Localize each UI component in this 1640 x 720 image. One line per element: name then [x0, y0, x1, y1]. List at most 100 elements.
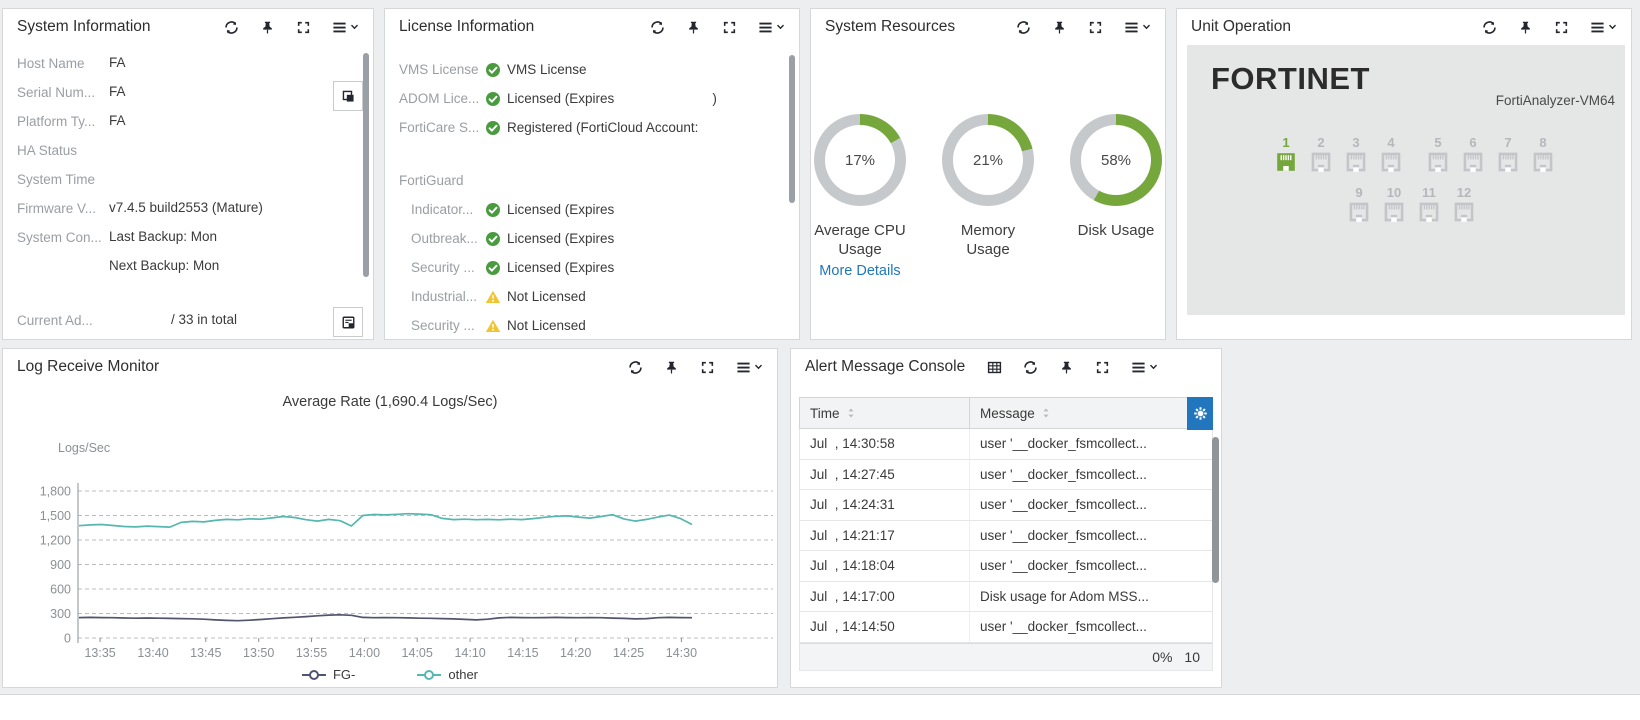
license-status-text: Not Licensed [507, 289, 586, 304]
fortinet-logo: FORTINET [1211, 61, 1370, 97]
copy-serial-button[interactable] [333, 81, 363, 111]
check-circle-icon [485, 202, 501, 218]
refresh-icon[interactable] [1482, 20, 1497, 35]
expand-icon[interactable] [700, 360, 715, 375]
svg-text:14:30: 14:30 [666, 646, 697, 660]
system-info-row: Next Backup: Mon [17, 258, 373, 287]
pin-icon[interactable] [664, 360, 679, 375]
license-row: Security ...Not Licensed [399, 311, 799, 340]
alert-message-console-widget: Alert Message Console Time Message [790, 348, 1222, 688]
ports-row-2: 9101112 [1348, 185, 1488, 223]
svg-text:13:50: 13:50 [243, 646, 274, 660]
chart-title: Average Rate (1,690.4 Logs/Sec) [3, 394, 777, 410]
gauge-value: 21% [973, 152, 1003, 169]
alert-row[interactable]: Jul , 14:18:04user '__docker_fsmcollect.… [799, 551, 1213, 582]
svg-text:13:35: 13:35 [84, 646, 115, 660]
alert-message: user '__docker_fsmcollect... [970, 612, 1212, 642]
scrollbar[interactable] [363, 53, 369, 277]
refresh-icon[interactable] [628, 360, 643, 375]
license-row: Industrial... Not Licensed [399, 282, 799, 311]
license-label: Indicator... [411, 202, 485, 217]
refresh-icon[interactable] [1023, 360, 1038, 375]
menu-icon [1590, 20, 1605, 35]
system-info-row: Serial Num...FA [17, 84, 373, 113]
legend-item-other[interactable]: other [417, 667, 478, 682]
license-status-text: Licensed (Expires [507, 260, 614, 275]
system-info-row: System Time [17, 171, 373, 200]
legend-label: FG- [333, 667, 355, 682]
chevron-down-icon [1142, 23, 1151, 31]
pin-icon[interactable] [1059, 360, 1074, 375]
alert-row[interactable]: Jul , 14:17:00Disk usage for Adom MSS... [799, 582, 1213, 613]
refresh-icon[interactable] [650, 20, 665, 35]
pin-icon[interactable] [1052, 20, 1067, 35]
donut-hole: 21% [953, 125, 1023, 195]
admin-list-button[interactable] [333, 307, 363, 337]
widget-menu-button[interactable] [736, 360, 763, 375]
refresh-icon[interactable] [1016, 20, 1031, 35]
ethernet-port-icon [1497, 151, 1519, 173]
widget-menu-button[interactable] [1590, 20, 1617, 35]
scrollbar[interactable] [1212, 437, 1219, 583]
widget-menu-button[interactable] [758, 20, 785, 35]
legend-marker [302, 670, 326, 680]
more-details-link[interactable]: More Details [819, 263, 900, 279]
resource-gauge: 17%Average CPU UsageMore Details [811, 114, 909, 279]
port-8: 8 [1532, 135, 1554, 173]
field-value: FA [109, 113, 126, 128]
license-row: Security ...Licensed (Expires [399, 253, 799, 282]
license-status-text: Registered (FortiCloud Account: [507, 120, 698, 135]
table-settings-button[interactable] [1187, 397, 1213, 430]
widget-menu-button[interactable] [1131, 360, 1158, 375]
widget-toolbar [987, 360, 1158, 375]
expand-icon[interactable] [296, 20, 311, 35]
license-row: Indicator...Licensed (Expires [399, 195, 799, 224]
legend-marker [417, 670, 441, 680]
widget-toolbar [1482, 20, 1617, 35]
expand-icon[interactable] [1554, 20, 1569, 35]
field-label [17, 258, 109, 259]
widget-title: System Resources [825, 18, 955, 36]
refresh-icon[interactable] [224, 20, 239, 35]
pin-icon[interactable] [686, 20, 701, 35]
license-label: VMS License [399, 62, 485, 77]
alert-row[interactable]: Jul , 14:14:50user '__docker_fsmcollect.… [799, 612, 1213, 643]
expand-icon[interactable] [1095, 360, 1110, 375]
svg-text:14:25: 14:25 [613, 646, 644, 660]
scrollbar[interactable] [789, 55, 795, 203]
alert-row[interactable]: Jul , 14:27:45user '__docker_fsmcollect.… [799, 460, 1213, 491]
license-label: Industrial... [411, 289, 485, 304]
ethernet-port-icon [1418, 201, 1440, 223]
port-10: 10 [1383, 185, 1405, 223]
widget-header: Log Receive Monitor [3, 349, 777, 385]
pin-icon[interactable] [260, 20, 275, 35]
sort-column-time[interactable]: Time [800, 398, 970, 428]
alert-row[interactable]: Jul , 14:24:31user '__docker_fsmcollect.… [799, 490, 1213, 521]
alert-message: user '__docker_fsmcollect... [970, 490, 1212, 520]
system-info-row: System Con...Last Backup: Mon [17, 229, 373, 258]
expand-icon[interactable] [1088, 20, 1103, 35]
system-info-row: Current Ad.../ 33 in total [17, 312, 373, 341]
license-status-text: Licensed (Expires [507, 231, 614, 246]
widget-menu-button[interactable] [332, 20, 359, 35]
alert-time: Jul , 14:30:58 [800, 429, 970, 459]
gauge-value: 17% [845, 152, 875, 169]
license-label: FortiCare S... [399, 120, 485, 135]
port-number: 3 [1352, 135, 1359, 151]
alert-table: Time Message Jul , 14:30:58user '__docke… [799, 397, 1213, 671]
alert-row[interactable]: Jul , 14:21:17user '__docker_fsmcollect.… [799, 521, 1213, 552]
pin-icon[interactable] [1518, 20, 1533, 35]
widget-menu-button[interactable] [1124, 20, 1151, 35]
chevron-down-icon [1608, 23, 1617, 31]
expand-icon[interactable] [722, 20, 737, 35]
table-view-icon[interactable] [987, 360, 1002, 375]
progress-value: 0% [1152, 649, 1172, 665]
device-model: FortiAnalyzer-VM64 [1496, 93, 1615, 108]
field-label: Platform Ty... [17, 113, 109, 129]
legend-item-fg[interactable]: FG- [302, 667, 355, 682]
port-number: 7 [1504, 135, 1511, 151]
sort-column-message[interactable]: Message [970, 398, 1212, 428]
alert-row[interactable]: Jul , 14:30:58user '__docker_fsmcollect.… [799, 429, 1213, 460]
menu-icon [1131, 360, 1146, 375]
license-label: Outbreak... [411, 231, 485, 246]
